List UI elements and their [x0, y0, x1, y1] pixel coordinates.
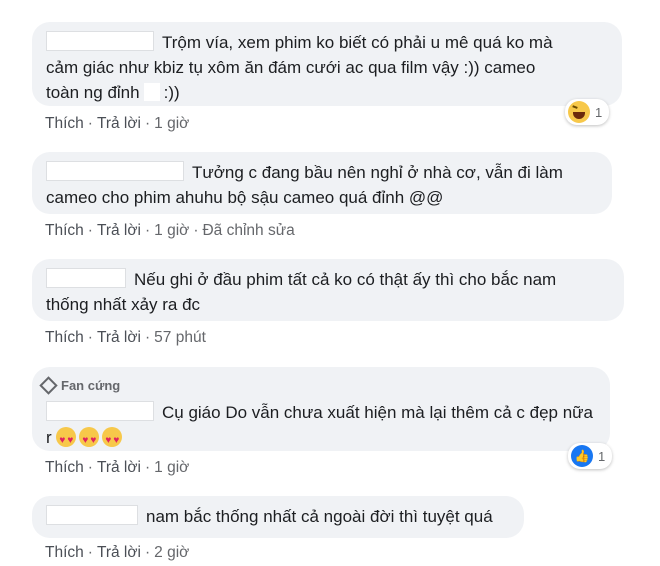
reaction-summary[interactable]: 1	[565, 99, 610, 125]
like-link[interactable]: Thích	[45, 329, 84, 346]
comment-text-line: toàn ng đỉnh:))	[46, 83, 180, 102]
author-name-redacted[interactable]	[46, 401, 154, 421]
reply-link[interactable]: Trả lời	[97, 459, 141, 476]
comment-text: Tưởng c đang bầu nên nghỉ ở nhà cơ, vẫn …	[46, 160, 598, 185]
haha-emoji-icon	[568, 101, 590, 123]
like-link[interactable]: Thích	[45, 459, 84, 476]
timestamp[interactable]: 1 giờ	[154, 115, 189, 132]
reply-link[interactable]: Trả lời	[97, 329, 141, 346]
comment-text-line: cảm giác như kbiz tụ xôm ăn đám cưới ac …	[46, 58, 536, 77]
timestamp[interactable]: 1 giờ	[154, 222, 189, 239]
comment-bubble: Nếu ghi ở đầu phim tất cả ko có thật ấy …	[32, 259, 624, 321]
comment-text: Nếu ghi ở đầu phim tất cả ko có thật ấy …	[46, 267, 610, 292]
separator-dot: ·	[193, 222, 199, 239]
reaction-count: 1	[598, 448, 606, 464]
timestamp[interactable]: 2 giờ	[154, 544, 189, 561]
timestamp[interactable]: 57 phút	[154, 329, 206, 346]
heart-eyes-emoji-icon	[102, 427, 123, 453]
edited-label[interactable]: Đã chỉnh sửa	[202, 222, 294, 239]
comment-bubble: Fan cứng Cụ giáo Do vẫn chưa xuất hiện m…	[32, 367, 610, 453]
fan-badge-label: Fan cứng	[61, 378, 121, 393]
separator-dot: ·	[87, 115, 93, 132]
separator-dot: ·	[144, 222, 151, 239]
reaction-count: 1	[595, 104, 603, 120]
separator-dot: ·	[87, 544, 93, 561]
author-name-redacted[interactable]	[46, 31, 154, 51]
reply-link[interactable]: Trả lời	[97, 222, 141, 239]
separator-dot: ·	[87, 222, 93, 239]
separator-dot: ·	[144, 115, 151, 132]
heart-eyes-emoji-icon	[79, 427, 100, 453]
comment-actions: Thích · Trả lời · 1 giờ · Đã chỉnh sửa	[45, 222, 295, 240]
comment-actions: Thích · Trả lời · 57 phút	[45, 329, 206, 347]
timestamp[interactable]: 1 giờ	[154, 459, 189, 476]
separator-dot: ·	[144, 459, 151, 476]
reply-link[interactable]: Trả lời	[97, 544, 141, 561]
separator-dot: ·	[144, 329, 151, 346]
like-link[interactable]: Thích	[45, 544, 84, 561]
separator-dot: ·	[87, 329, 93, 346]
diamond-icon	[39, 376, 58, 395]
comment-bubble: nam bắc thống nhất cả ngoài đời thì tuyệ…	[32, 496, 524, 538]
comment-text: Trộm vía, xem phim ko biết có phải u mê …	[46, 30, 608, 55]
reaction-summary[interactable]: 👍 1	[568, 443, 613, 469]
comment-text-line: r	[46, 425, 596, 453]
like-link[interactable]: Thích	[45, 222, 84, 239]
comment-actions: Thích · Trả lời · 1 giờ	[45, 115, 189, 133]
comment-bubble: Trộm vía, xem phim ko biết có phải u mê …	[32, 22, 622, 106]
separator-dot: ·	[144, 544, 151, 561]
comment-text-line: cameo cho phim ahuhu bộ sậu cameo quá đỉ…	[46, 188, 444, 207]
comment-bubble: Tưởng c đang bầu nên nghỉ ở nhà cơ, vẫn …	[32, 152, 612, 214]
separator-dot: ·	[87, 459, 93, 476]
comment-text: Cụ giáo Do vẫn chưa xuất hiện mà lại thê…	[46, 400, 596, 425]
comment-text: nam bắc thống nhất cả ngoài đời thì tuyệ…	[46, 504, 510, 529]
author-name-redacted[interactable]	[46, 505, 138, 525]
like-icon: 👍	[571, 445, 593, 467]
comment-actions: Thích · Trả lời · 2 giờ	[45, 544, 189, 562]
like-link[interactable]: Thích	[45, 115, 84, 132]
comment-text-line: thống nhất xảy ra đc	[46, 295, 201, 314]
author-name-redacted[interactable]	[46, 268, 126, 288]
heart-eyes-emoji-icon	[56, 427, 77, 453]
comment-actions: Thích · Trả lời · 1 giờ	[45, 459, 189, 477]
reply-link[interactable]: Trả lời	[97, 115, 141, 132]
redacted-inline	[143, 83, 160, 101]
fan-badge[interactable]: Fan cứng	[39, 373, 592, 398]
author-name-redacted[interactable]	[46, 161, 184, 181]
